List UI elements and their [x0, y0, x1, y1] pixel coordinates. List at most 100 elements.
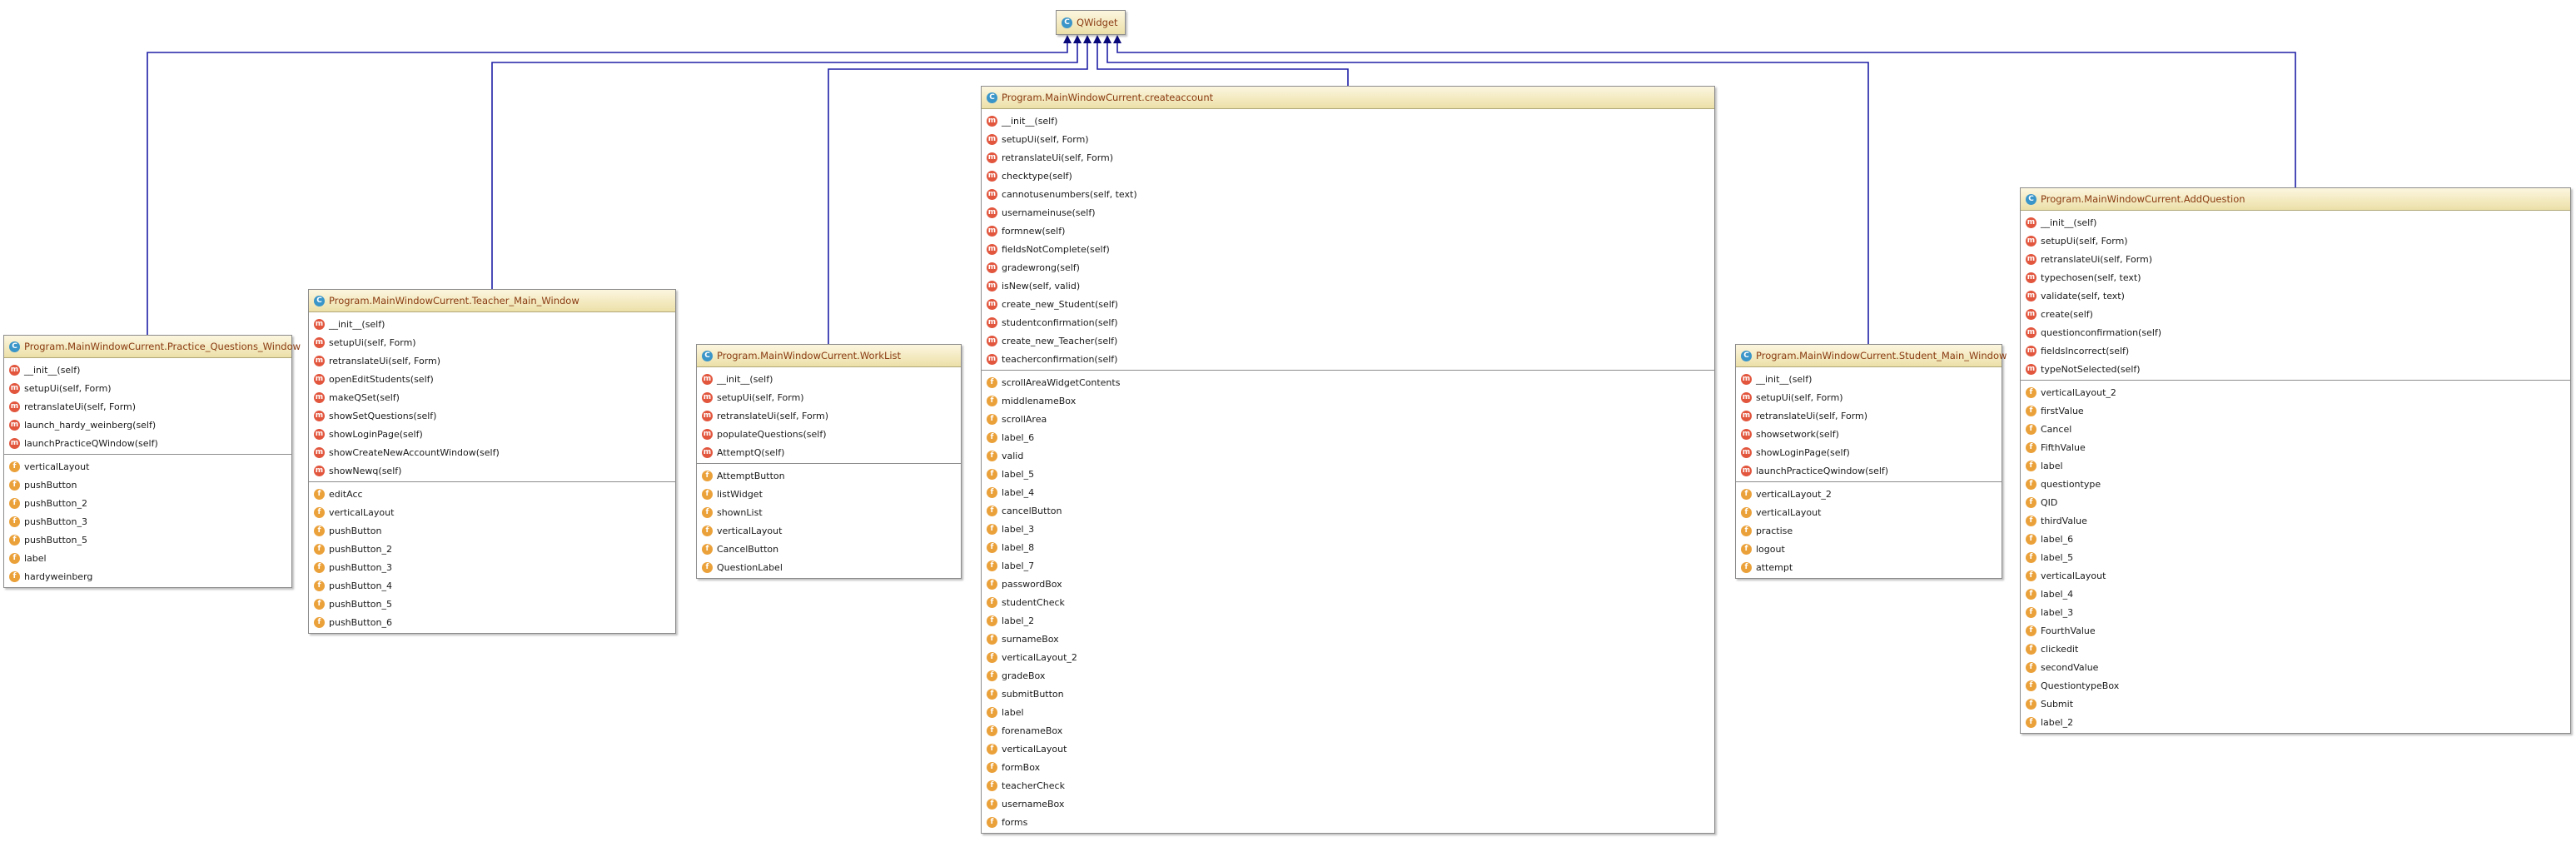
- field-row[interactable]: f label_3: [2021, 603, 2570, 621]
- field-row[interactable]: f pushButton_6: [309, 613, 675, 631]
- method-row[interactable]: m validate(self, text): [2021, 286, 2570, 305]
- field-row[interactable]: f label_6: [2021, 530, 2570, 548]
- field-row[interactable]: f verticalLayout: [309, 503, 675, 521]
- method-row[interactable]: m __init__(self): [697, 370, 961, 388]
- field-row[interactable]: f verticalLayout_2: [2021, 383, 2570, 401]
- field-row[interactable]: f label_2: [982, 611, 1714, 630]
- field-row[interactable]: f FourthValue: [2021, 621, 2570, 640]
- field-row[interactable]: f label: [2021, 456, 2570, 475]
- field-row[interactable]: f QID: [2021, 493, 2570, 511]
- field-row[interactable]: f passwordBox: [982, 575, 1714, 593]
- method-row[interactable]: m setupUi(self, Form): [1736, 388, 2002, 406]
- method-row[interactable]: m create_new_Teacher(self): [982, 331, 1714, 350]
- field-row[interactable]: f verticalLayout: [697, 521, 961, 540]
- practice-questions-window-class-box[interactable]: C Program.MainWindowCurrent.Practice_Ques…: [3, 335, 301, 588]
- field-row[interactable]: f FifthValue: [2021, 438, 2570, 456]
- method-row[interactable]: m cannotusenumbers(self, text): [982, 185, 1714, 203]
- field-row[interactable]: f thirdValue: [2021, 511, 2570, 530]
- field-row[interactable]: f verticalLayout: [1736, 503, 2002, 521]
- method-row[interactable]: m retranslateUi(self, Form): [4, 397, 291, 416]
- field-row[interactable]: f clickedit: [2021, 640, 2570, 658]
- field-row[interactable]: f pushButton_3: [309, 558, 675, 576]
- createaccount-class-box[interactable]: C Program.MainWindowCurrent.createaccount…: [981, 86, 1715, 834]
- field-row[interactable]: f label_4: [982, 483, 1714, 501]
- field-row[interactable]: f CancelButton: [697, 540, 961, 558]
- method-row[interactable]: m typeNotSelected(self): [2021, 360, 2570, 378]
- method-row[interactable]: m typechosen(self, text): [2021, 268, 2570, 286]
- field-row[interactable]: f usernameBox: [982, 795, 1714, 813]
- field-row[interactable]: f verticalLayout: [4, 457, 291, 476]
- method-row[interactable]: m setupUi(self, Form): [309, 333, 675, 351]
- method-row[interactable]: m __init__(self): [309, 315, 675, 333]
- method-row[interactable]: m retranslateUi(self, Form): [1736, 406, 2002, 425]
- field-row[interactable]: f verticalLayout_2: [1736, 485, 2002, 503]
- field-row[interactable]: f scrollAreaWidgetContents: [982, 373, 1714, 391]
- method-row[interactable]: m showSetQuestions(self): [309, 406, 675, 425]
- field-row[interactable]: f editAcc: [309, 485, 675, 503]
- field-row[interactable]: f label_5: [982, 465, 1714, 483]
- field-row[interactable]: f Cancel: [2021, 420, 2570, 438]
- field-row[interactable]: f pushButton_5: [309, 595, 675, 613]
- field-row[interactable]: f label_2: [2021, 713, 2570, 731]
- method-row[interactable]: m gradewrong(self): [982, 258, 1714, 277]
- method-row[interactable]: m setupUi(self, Form): [982, 130, 1714, 148]
- teacher-main-window-class-box[interactable]: C Program.MainWindowCurrent.Teacher_Main_…: [308, 289, 676, 634]
- field-row[interactable]: f scrollArea: [982, 410, 1714, 428]
- method-row[interactable]: m populateQuestions(self): [697, 425, 961, 443]
- field-row[interactable]: f secondValue: [2021, 658, 2570, 676]
- field-row[interactable]: f verticalLayout: [982, 740, 1714, 758]
- method-row[interactable]: m openEditStudents(self): [309, 370, 675, 388]
- field-row[interactable]: f questiontype: [2021, 475, 2570, 493]
- student-main-window-class-box[interactable]: C Program.MainWindowCurrent.Student_Main_…: [1735, 344, 2007, 579]
- qwidget-class-box[interactable]: C QWidget: [1056, 10, 1126, 35]
- field-row[interactable]: f Submit: [2021, 695, 2570, 713]
- method-row[interactable]: m __init__(self): [2021, 213, 2570, 232]
- field-row[interactable]: f label_4: [2021, 585, 2570, 603]
- method-row[interactable]: m retranslateUi(self, Form): [2021, 250, 2570, 268]
- field-row[interactable]: f pushButton_2: [309, 540, 675, 558]
- field-row[interactable]: f listWidget: [697, 485, 961, 503]
- method-row[interactable]: m create(self): [2021, 305, 2570, 323]
- method-row[interactable]: m setupUi(self, Form): [2021, 232, 2570, 250]
- method-row[interactable]: m __init__(self): [4, 361, 291, 379]
- method-row[interactable]: m checktype(self): [982, 167, 1714, 185]
- method-row[interactable]: m fieldsNotComplete(self): [982, 240, 1714, 258]
- field-row[interactable]: f studentCheck: [982, 593, 1714, 611]
- field-row[interactable]: f practise: [1736, 521, 2002, 540]
- method-row[interactable]: m retranslateUi(self, Form): [982, 148, 1714, 167]
- field-row[interactable]: f label_6: [982, 428, 1714, 446]
- field-row[interactable]: f formBox: [982, 758, 1714, 776]
- field-row[interactable]: f label_7: [982, 556, 1714, 575]
- method-row[interactable]: m retranslateUi(self, Form): [697, 406, 961, 425]
- method-row[interactable]: m teacherconfirmation(self): [982, 350, 1714, 368]
- field-row[interactable]: f pushButton_3: [4, 512, 291, 531]
- method-row[interactable]: m showNewq(self): [309, 461, 675, 480]
- method-row[interactable]: m AttemptQ(self): [697, 443, 961, 461]
- method-row[interactable]: m usernameinuse(self): [982, 203, 1714, 222]
- field-row[interactable]: f surnameBox: [982, 630, 1714, 648]
- method-row[interactable]: m launchPracticeQwindow(self): [1736, 461, 2002, 480]
- field-row[interactable]: f hardyweinberg: [4, 567, 291, 585]
- method-row[interactable]: m studentconfirmation(self): [982, 313, 1714, 331]
- field-row[interactable]: f teacherCheck: [982, 776, 1714, 795]
- field-row[interactable]: f label: [4, 549, 291, 567]
- addquestion-class-box[interactable]: C Program.MainWindowCurrent.AddQuestion m _…: [2020, 187, 2571, 734]
- method-row[interactable]: m formnew(self): [982, 222, 1714, 240]
- field-row[interactable]: f QuestionLabel: [697, 558, 961, 576]
- method-row[interactable]: m launch_hardy_weinberg(self): [4, 416, 291, 434]
- field-row[interactable]: f label_3: [982, 520, 1714, 538]
- method-row[interactable]: m create_new_Student(self): [982, 295, 1714, 313]
- method-row[interactable]: m showLoginPage(self): [1736, 443, 2002, 461]
- worklist-class-box[interactable]: C Program.MainWindowCurrent.WorkList m __in…: [696, 344, 962, 579]
- field-row[interactable]: f pushButton_4: [309, 576, 675, 595]
- method-row[interactable]: m showsetwork(self): [1736, 425, 2002, 443]
- method-row[interactable]: m showCreateNewAccountWindow(self): [309, 443, 675, 461]
- method-row[interactable]: m makeQSet(self): [309, 388, 675, 406]
- method-row[interactable]: m __init__(self): [1736, 370, 2002, 388]
- method-row[interactable]: m fieldsIncorrect(self): [2021, 341, 2570, 360]
- method-row[interactable]: m questionconfirmation(self): [2021, 323, 2570, 341]
- field-row[interactable]: f QuestiontypeBox: [2021, 676, 2570, 695]
- field-row[interactable]: f forenameBox: [982, 721, 1714, 740]
- field-row[interactable]: f pushButton_5: [4, 531, 291, 549]
- field-row[interactable]: f firstValue: [2021, 401, 2570, 420]
